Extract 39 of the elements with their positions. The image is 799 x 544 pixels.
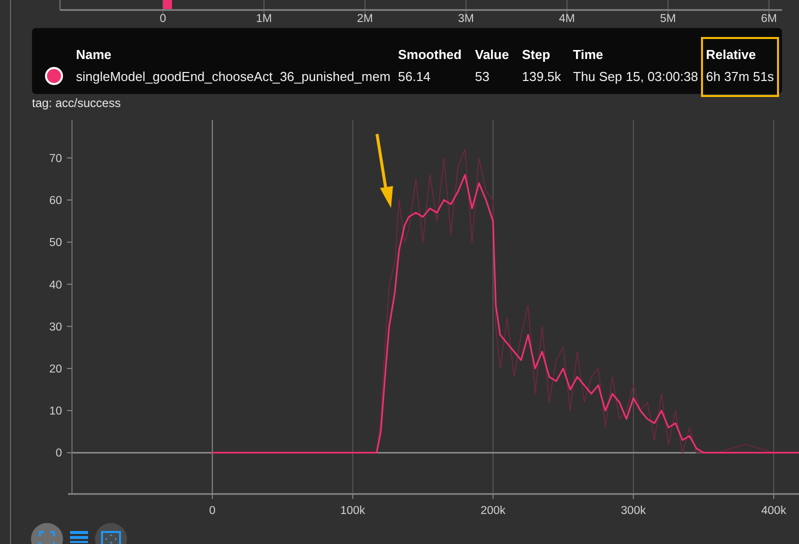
- arrow-icon: [376, 134, 393, 208]
- fullscreen-icon: [39, 531, 55, 544]
- axis-tick-label: 6M: [761, 13, 777, 25]
- table-cell: 53: [475, 68, 490, 84]
- list-button[interactable]: [69, 529, 89, 544]
- column-header: Relative: [706, 46, 756, 62]
- axis-tick-label: 40: [49, 279, 62, 292]
- axis-tick-label: 5M: [660, 13, 676, 25]
- list-icon: [70, 531, 88, 544]
- axis-tick-label: 3M: [458, 13, 474, 25]
- chart-tag: tag: acc/success: [32, 96, 121, 110]
- column-header: Step: [522, 46, 550, 62]
- column-header: Name: [76, 46, 112, 62]
- histogram-bar: [163, 0, 172, 9]
- axis-tick-label: 20: [49, 364, 62, 376]
- table-cell: 139.5k: [522, 68, 562, 84]
- fit-domain-icon: [101, 531, 121, 544]
- axis-tick-label: 2M: [357, 13, 373, 25]
- table-cell: 56.14: [398, 68, 431, 84]
- axis-tick-label: 4M: [559, 13, 575, 25]
- axis-tick-label: 0: [160, 13, 166, 25]
- axis-tick-label: 100k: [340, 505, 366, 517]
- axis-tick-label: 70: [49, 152, 62, 165]
- axis-tick-label: 10: [49, 406, 62, 418]
- axis-tick-label: 1M: [256, 13, 272, 25]
- axis-tick-label: 30: [49, 321, 62, 334]
- axis-tick-label: 300k: [620, 505, 646, 517]
- axis-tick-label: 60: [49, 195, 62, 208]
- axis-tick-label: 200k: [480, 505, 506, 517]
- axis-tick-label: 0: [56, 448, 62, 460]
- column-header: Time: [573, 46, 604, 62]
- column-header: Smoothed: [398, 46, 462, 62]
- axis-tick-label: 0: [209, 505, 216, 517]
- table-cell: Thu Sep 15, 03:00:38: [573, 68, 698, 84]
- column-header: Value: [475, 46, 509, 62]
- axis-tick-label: 50: [49, 237, 62, 250]
- table-cell: 6h 37m 51s: [706, 68, 774, 84]
- axis-tick-label: 400k: [761, 505, 786, 517]
- table-cell: singleModel_goodEnd_chooseAct_36_punished_mem: [76, 68, 390, 84]
